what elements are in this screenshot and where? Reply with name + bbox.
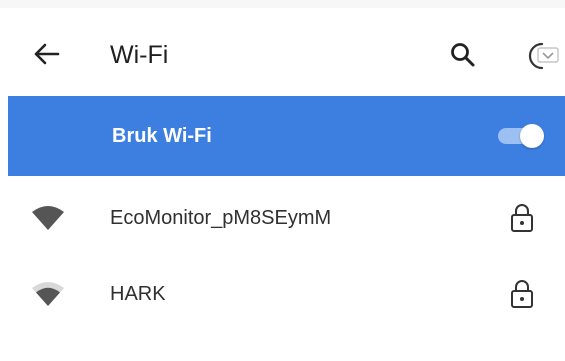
network-list-item[interactable]: HARK — [0, 256, 565, 332]
page-title: Wi-Fi — [110, 41, 169, 69]
arrow-back-icon — [34, 43, 60, 65]
lock-icon — [509, 202, 535, 234]
use-wifi-label: Bruk Wi-Fi — [112, 125, 212, 147]
use-wifi-row[interactable]: Bruk Wi-Fi — [8, 96, 565, 176]
lock-icon — [509, 278, 535, 310]
status-bar-strip — [0, 0, 565, 8]
more-options-button[interactable] — [516, 36, 560, 76]
search-button[interactable] — [446, 38, 480, 72]
network-name: EcoMonitor_pM8SEymM — [110, 207, 332, 229]
wifi-settings-screen: Wi-Fi Bruk Wi-Fi EcoMonitor_pM8SEymM HAR… — [0, 0, 565, 361]
search-icon — [451, 43, 475, 67]
more-options-icon — [528, 42, 559, 70]
wifi-signal-icon — [30, 202, 66, 234]
app-bar: Wi-Fi — [0, 8, 565, 96]
network-list-item[interactable]: EcoMonitor_pM8SEymM — [0, 180, 565, 256]
network-name: HARK — [110, 283, 166, 305]
switch-thumb — [520, 124, 544, 148]
wifi-signal-icon — [30, 278, 66, 310]
wifi-toggle-switch[interactable] — [498, 124, 546, 148]
back-button[interactable] — [28, 36, 64, 72]
